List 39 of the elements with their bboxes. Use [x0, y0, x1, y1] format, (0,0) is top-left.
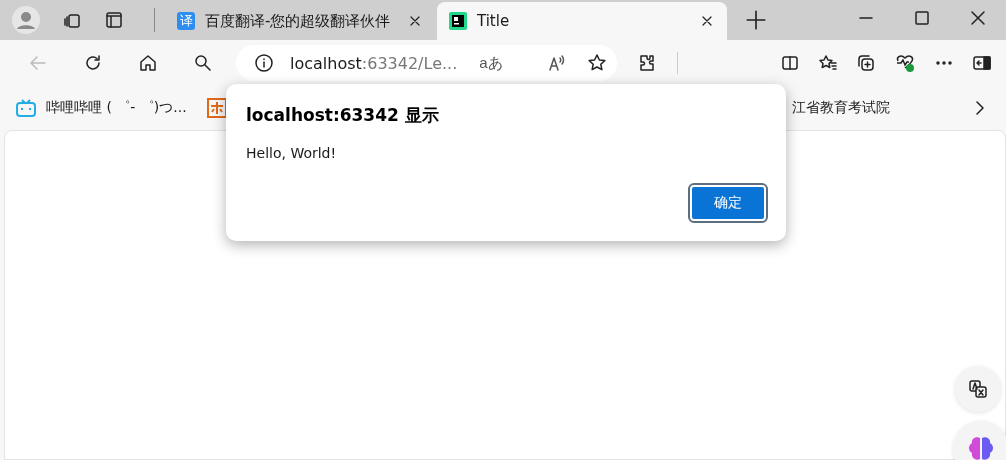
- browser-tab[interactable]: Title: [437, 2, 727, 40]
- tab-title: 百度翻译-您的超级翻译伙伴: [205, 11, 392, 31]
- url-text: localhost:63342/Le...: [290, 53, 458, 73]
- bookmark[interactable]: 哔哩哔哩 ( ゜- ゜)つ...: [16, 99, 187, 117]
- tab-title: Title: [477, 12, 511, 30]
- ok-button[interactable]: 确定: [690, 185, 766, 221]
- split-screen-icon[interactable]: [780, 53, 800, 73]
- dialog-message: Hello, World!: [246, 145, 338, 161]
- refresh-icon: [83, 53, 103, 73]
- tab-favicon: 译: [177, 12, 195, 30]
- bookmark[interactable]: [206, 98, 227, 118]
- health-icon[interactable]: [894, 53, 916, 73]
- favorites-icon[interactable]: [818, 53, 838, 73]
- address-bar[interactable]: localhost:63342/Le... aあ: [236, 45, 617, 81]
- tv-icon: [16, 99, 36, 117]
- home-icon: [138, 53, 158, 73]
- puzzle-icon[interactable]: [637, 53, 657, 73]
- translate-button[interactable]: [955, 366, 1001, 412]
- read-aloud-icon[interactable]: [547, 53, 567, 73]
- plus-icon[interactable]: [745, 9, 767, 31]
- immersive-reader-button[interactable]: aあ: [473, 53, 509, 73]
- minimize-icon: [859, 17, 873, 19]
- ide-icon: [449, 12, 467, 30]
- browser-tab[interactable]: 译 百度翻译-您的超级翻译伙伴: [165, 2, 435, 40]
- tab-actions-icon[interactable]: [104, 10, 124, 30]
- collections-icon[interactable]: [856, 53, 876, 73]
- avatar-icon[interactable]: [12, 6, 40, 34]
- info-icon: [254, 53, 274, 73]
- close-icon: [968, 8, 988, 28]
- brain-icon: [966, 434, 996, 460]
- sidebar-icon[interactable]: [972, 53, 992, 73]
- bookmark[interactable]: 江省教育考试院: [792, 99, 890, 117]
- dialog-title: localhost:63342 显示: [246, 104, 440, 127]
- search-icon: [193, 53, 213, 73]
- back-arrow-icon: [28, 53, 48, 73]
- site-icon: [206, 98, 227, 118]
- star-icon[interactable]: [587, 53, 607, 73]
- translate-icon: [968, 379, 988, 399]
- maximize-icon: [912, 8, 932, 28]
